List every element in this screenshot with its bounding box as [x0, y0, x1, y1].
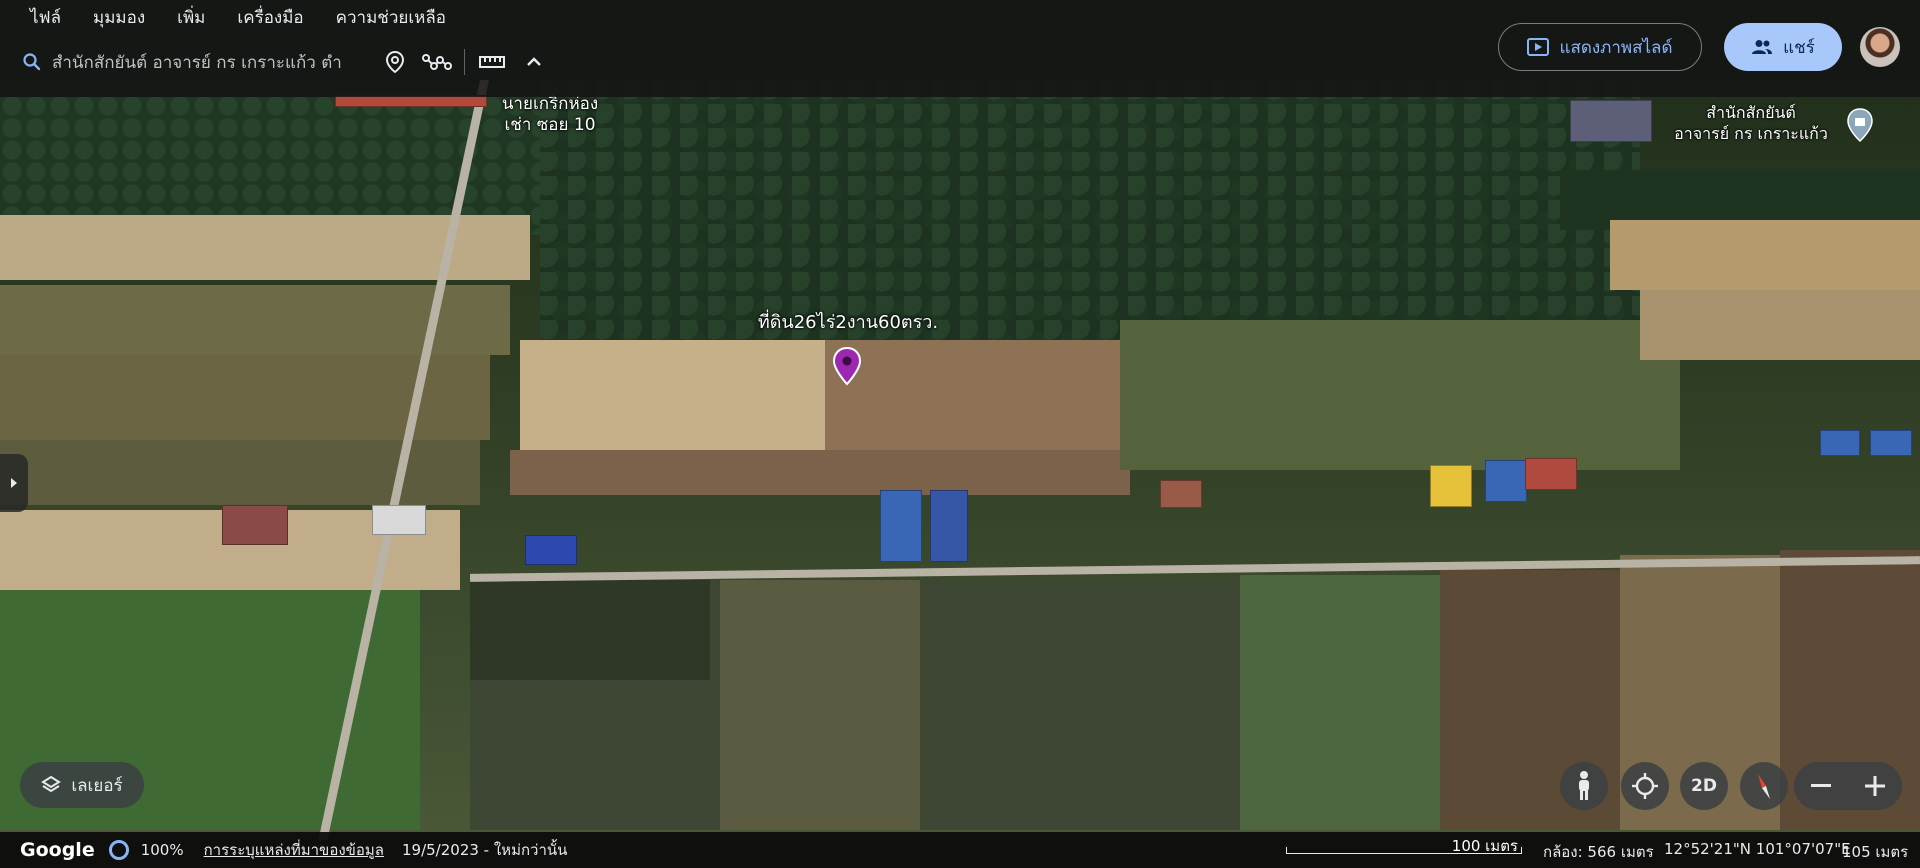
compass-icon — [1758, 774, 1770, 799]
slideshow-label: แสดงภาพสไลด์ — [1559, 37, 1673, 58]
search-bar — [14, 42, 614, 82]
menu-tools[interactable]: เครื่องมือ — [221, 4, 319, 31]
field — [1610, 220, 1920, 290]
building — [880, 490, 922, 562]
poi-label[interactable]: สำนักสักยันต์ อาจารย์ กร เกราะแก้ว — [1656, 102, 1846, 144]
crop-rows — [470, 580, 710, 680]
building — [222, 505, 288, 545]
coordinates: 12°52'21"N 101°07'07"E — [1664, 840, 1851, 858]
zoom-in-icon[interactable] — [1848, 762, 1902, 810]
camera-altitude: กล้อง: 566 เมตร — [1543, 843, 1654, 861]
google-logo: Google — [20, 839, 95, 861]
menu-add[interactable]: เพิ่ม — [161, 4, 221, 31]
search-icon[interactable] — [14, 44, 50, 80]
share-button[interactable]: แชร์ — [1724, 23, 1842, 71]
scale-bar: 100 เมตร — [1286, 834, 1522, 856]
my-location-button[interactable] — [1621, 762, 1669, 810]
layers-icon — [41, 775, 62, 793]
building — [930, 490, 968, 562]
menu-help[interactable]: ความช่วยเหลือ — [320, 4, 462, 31]
building — [1525, 458, 1577, 490]
land-plot — [825, 340, 1120, 450]
ruler-icon[interactable] — [471, 42, 513, 82]
land-plot — [520, 340, 825, 450]
field — [1120, 320, 1680, 470]
building — [372, 505, 426, 535]
share-label: แชร์ — [1783, 37, 1815, 58]
route-icon[interactable] — [416, 42, 458, 82]
pin-label[interactable]: ที่ดิน26ไร่2งาน60ตรว. — [736, 312, 960, 333]
avatar[interactable] — [1860, 27, 1900, 67]
field — [1640, 290, 1920, 360]
compass-button[interactable] — [1740, 762, 1788, 810]
load-percent: 100% — [140, 841, 184, 859]
chevron-right-icon — [11, 478, 17, 488]
building — [1870, 430, 1912, 456]
field — [510, 450, 1130, 495]
menu-bar: ไฟล์ มุมมอง เพิ่ม เครื่องมือ ความช่วยเหล… — [14, 0, 462, 34]
search-input[interactable] — [50, 51, 374, 73]
my-location-icon — [1632, 773, 1658, 799]
top-bar: ไฟล์ มุมมอง เพิ่ม เครื่องมือ ความช่วยเหล… — [0, 0, 1920, 97]
satellite-map[interactable] — [0, 0, 1920, 868]
building — [1160, 480, 1202, 508]
zoom-out-icon[interactable] — [1794, 762, 1848, 810]
chevron-up-icon[interactable] — [513, 42, 555, 82]
view-2d-button[interactable]: 2D — [1680, 762, 1728, 810]
elevation: 105 เมตร — [1842, 843, 1909, 861]
street-view-icon — [1579, 771, 1589, 800]
imagery-date[interactable]: 19/5/2023 - ใหม่กว่านั้น — [402, 838, 567, 862]
building — [1485, 460, 1527, 502]
crop-rows — [1240, 575, 1440, 830]
slideshow-icon — [1527, 38, 1550, 56]
menu-file[interactable]: ไฟล์ — [14, 4, 77, 31]
crop-rows — [720, 580, 920, 830]
loading-indicator-icon — [108, 840, 129, 860]
road-label[interactable]: นายเกริกห่อง เช่า ซอย 10 — [484, 94, 616, 136]
street-view-button[interactable] — [1560, 762, 1608, 810]
building — [1430, 465, 1472, 507]
place-marker-icon[interactable] — [1846, 108, 1874, 142]
scale-line — [1286, 847, 1522, 854]
building — [1570, 100, 1652, 142]
zoom-control — [1794, 762, 1902, 810]
menu-view[interactable]: มุมมอง — [77, 4, 161, 31]
layers-label: เลเยอร์ — [71, 775, 123, 796]
building — [1820, 430, 1860, 456]
layers-button[interactable]: เลเยอร์ — [20, 762, 144, 808]
people-icon — [1752, 40, 1773, 54]
expand-panel-button[interactable] — [0, 454, 28, 512]
forest-area — [540, 80, 1640, 340]
slideshow-button[interactable]: แสดงภาพสไลด์ — [1498, 23, 1702, 71]
placemark-pin-icon[interactable] — [832, 346, 862, 386]
location-pin-icon[interactable] — [374, 42, 416, 82]
data-sources-link[interactable]: การระบุแหล่งที่มาของข้อมูล — [204, 838, 384, 862]
building — [525, 535, 577, 565]
view-2d-label: 2D — [1691, 776, 1717, 796]
toolbar-divider — [464, 49, 465, 75]
